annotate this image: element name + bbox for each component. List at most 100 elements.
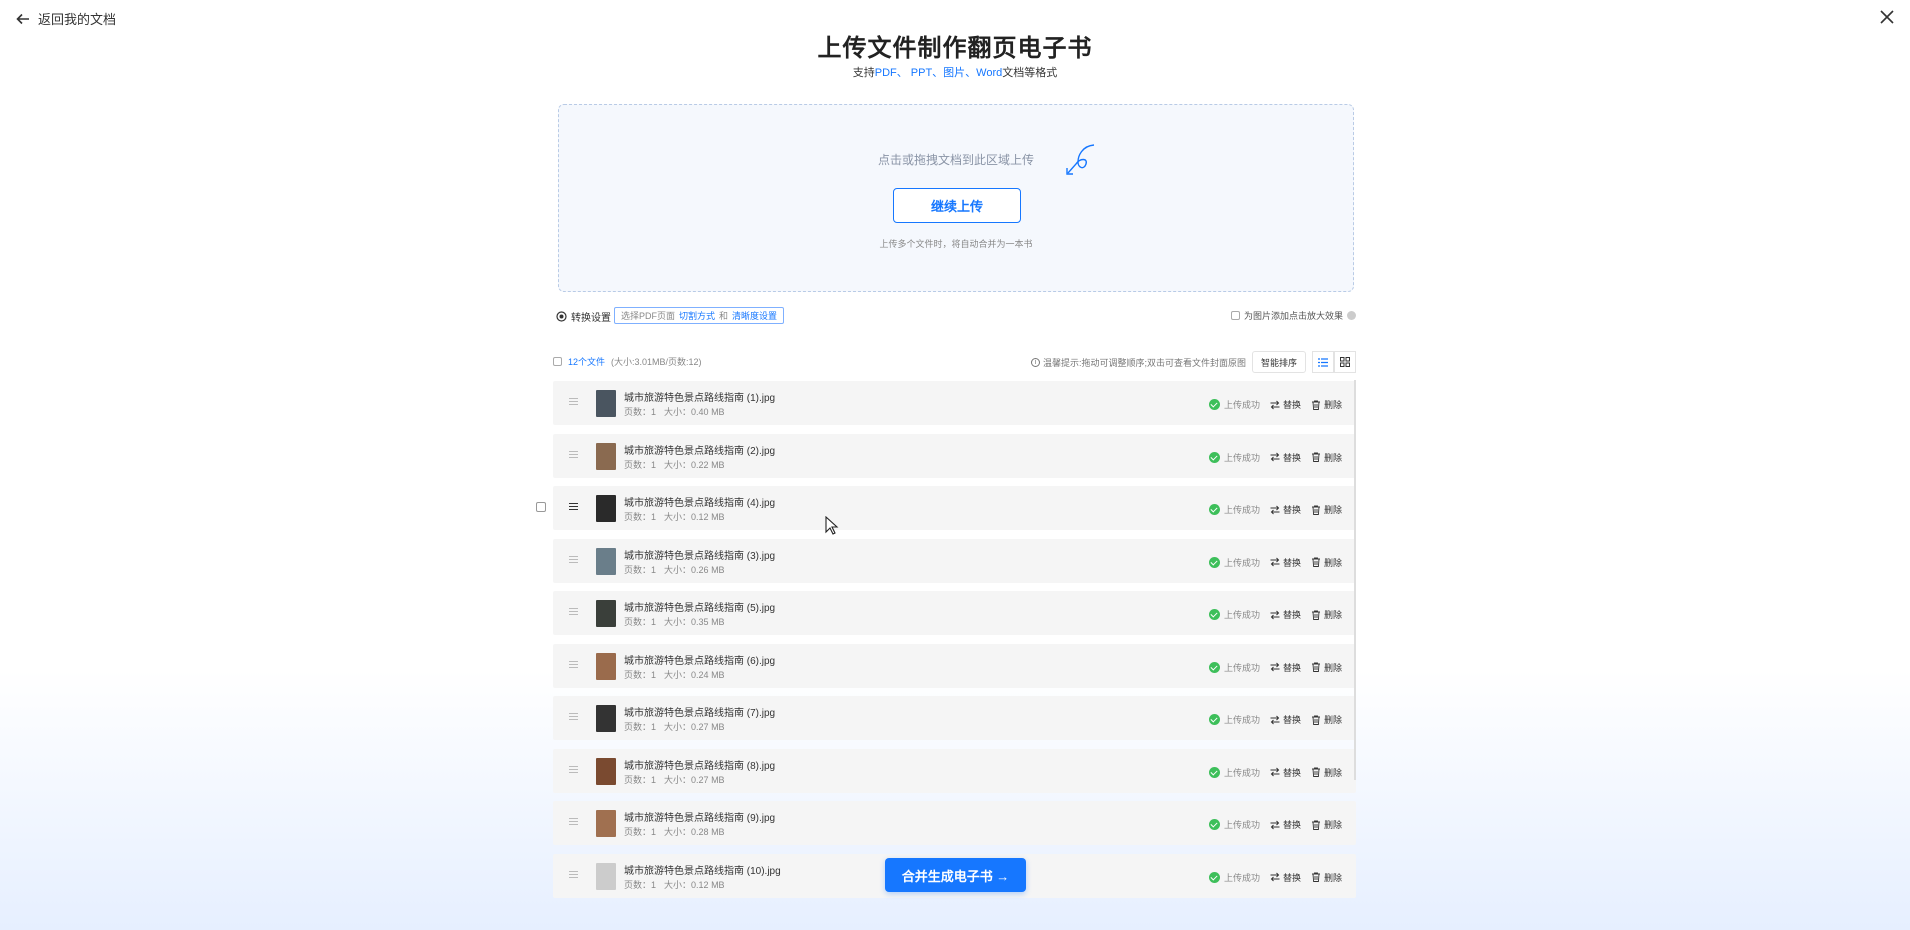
swap-icon	[1270, 715, 1280, 724]
file-name: 城市旅游特色景点路线指南 (10).jpg	[624, 865, 781, 877]
replace-button[interactable]: 替换	[1270, 556, 1301, 569]
file-row[interactable]: 城市旅游特色景点路线指南 (3).jpg 页数：1 大小：0.26 MB 上传成功…	[553, 538, 1356, 583]
file-meta: 页数：1 大小：0.27 MB	[624, 722, 725, 732]
upload-status: 上传成功	[1208, 713, 1260, 726]
clarity-settings-link[interactable]: 清晰度设置	[732, 309, 777, 322]
drag-handle-icon[interactable]	[569, 503, 578, 512]
file-thumbnail[interactable]	[596, 442, 616, 470]
file-row[interactable]: 城市旅游特色景点路线指南 (5).jpg 页数：1 大小：0.35 MB 上传成功…	[553, 591, 1356, 635]
list-view-icon	[1318, 357, 1328, 367]
cut-mode-link[interactable]: 切割方式	[679, 309, 715, 322]
select-all-checkbox[interactable]	[553, 357, 562, 366]
drag-handle-icon[interactable]	[569, 450, 578, 460]
drag-handle-icon[interactable]	[569, 765, 578, 775]
back-to-my-docs-link[interactable]: 返回我的文档	[16, 9, 116, 28]
check-circle-icon	[1208, 399, 1220, 410]
delete-button[interactable]: 删除	[1311, 503, 1342, 516]
info-circle-icon: i	[1030, 357, 1040, 367]
file-name: 城市旅游特色景点路线指南 (9).jpg	[624, 813, 776, 824]
delete-button[interactable]: 删除	[1311, 661, 1342, 674]
delete-button[interactable]: 删除	[1311, 556, 1342, 569]
upload-status: 上传成功	[1208, 398, 1260, 411]
info-icon[interactable]	[1347, 311, 1356, 320]
row-actions: 上传成功 替换 删除	[1208, 451, 1342, 464]
replace-button[interactable]: 替换	[1270, 871, 1301, 884]
delete-button[interactable]: 删除	[1311, 451, 1342, 464]
drag-handle-icon[interactable]	[569, 398, 578, 407]
file-row[interactable]: 城市旅游特色景点路线指南 (6).jpg 页数：1 大小：0.24 MB 上传成功…	[553, 643, 1356, 688]
trash-icon	[1311, 872, 1320, 882]
file-name: 城市旅游特色景点路线指南 (7).jpg	[624, 708, 776, 719]
delete-button[interactable]: 删除	[1311, 713, 1342, 726]
upload-dropzone[interactable]: 点击或拖拽文档到此区域上传 继续上传 上传多个文件时，将自动合并为一本书	[558, 104, 1354, 292]
pdf-settings-chip: 选择PDF页面 切割方式 和 清晰度设置	[614, 307, 785, 324]
file-thumbnail[interactable]	[596, 757, 616, 785]
file-thumbnail[interactable]	[596, 705, 616, 732]
file-row[interactable]: 城市旅游特色景点路线指南 (8).jpg 页数：1 大小：0.27 MB 上传成功…	[553, 748, 1356, 793]
delete-button[interactable]: 删除	[1311, 818, 1342, 831]
conversion-settings-button[interactable]: 转换设置	[556, 309, 611, 324]
drag-handle-icon[interactable]	[569, 818, 578, 827]
row-actions: 上传成功 替换 删除	[1208, 661, 1342, 674]
swap-icon	[1270, 610, 1280, 619]
replace-button[interactable]: 替换	[1270, 713, 1301, 726]
file-name: 城市旅游特色景点路线指南 (5).jpg	[624, 603, 776, 614]
list-scrollbar[interactable]	[1354, 380, 1356, 780]
supported-formats: PDF、 PPT、图片、Word	[874, 67, 1003, 79]
delete-button[interactable]: 删除	[1311, 766, 1342, 779]
file-row[interactable]: 城市旅游特色景点路线指南 (2).jpg 页数：1 大小：0.22 MB 上传成功…	[553, 433, 1356, 478]
drag-handle-icon[interactable]	[569, 608, 578, 617]
file-meta: 页数：1 大小：0.12 MB	[624, 879, 725, 890]
file-row[interactable]: 城市旅游特色景点路线指南 (1).jpg 页数：1 大小：0.40 MB 上传成功…	[553, 381, 1356, 425]
file-row[interactable]: 城市旅游特色景点路线指南 (7).jpg 页数：1 大小：0.27 MB 上传成功…	[553, 696, 1356, 740]
check-circle-icon	[1208, 504, 1220, 515]
drag-handle-icon[interactable]	[569, 870, 578, 880]
file-row[interactable]: 城市旅游特色景点路线指南 (9).jpg 页数：1 大小：0.28 MB 上传成功…	[553, 801, 1356, 845]
row-actions: 上传成功 替换 删除	[1208, 398, 1342, 411]
row-actions: 上传成功 替换 删除	[1208, 713, 1342, 726]
file-thumbnail[interactable]	[596, 495, 616, 522]
replace-button[interactable]: 替换	[1270, 398, 1301, 411]
merge-generate-ebook-button[interactable]: 合并生成电子书 →	[885, 858, 1026, 892]
row-actions: 上传成功 替换 删除	[1208, 556, 1342, 569]
drag-handle-icon[interactable]	[569, 555, 578, 565]
file-summary: (大小:3.01MB/页数:12)	[611, 357, 702, 367]
mouse-cursor-icon	[825, 516, 839, 535]
swap-icon	[1270, 505, 1280, 514]
replace-button[interactable]: 替换	[1270, 503, 1301, 516]
replace-button[interactable]: 替换	[1270, 766, 1301, 779]
file-thumbnail[interactable]	[596, 390, 616, 417]
replace-button[interactable]: 替换	[1270, 661, 1301, 674]
file-row[interactable]: 城市旅游特色景点路线指南 (4).jpg 页数：1 大小：0.12 MB 上传成功…	[553, 486, 1356, 530]
trash-icon	[1311, 715, 1320, 725]
file-meta: 页数：1 大小：0.27 MB	[624, 774, 725, 785]
drag-handle-icon[interactable]	[569, 660, 578, 670]
file-meta: 页数：1 大小：0.28 MB	[624, 827, 725, 837]
file-name: 城市旅游特色景点路线指南 (6).jpg	[624, 655, 776, 667]
row-select-checkbox[interactable]	[536, 502, 546, 512]
delete-button[interactable]: 删除	[1311, 608, 1342, 621]
file-thumbnail[interactable]	[596, 862, 616, 890]
close-icon[interactable]	[1878, 8, 1896, 26]
file-thumbnail[interactable]	[596, 547, 616, 575]
check-circle-icon	[1208, 871, 1220, 883]
trash-icon	[1311, 505, 1320, 515]
delete-button[interactable]: 删除	[1311, 398, 1342, 411]
file-thumbnail[interactable]	[596, 600, 616, 627]
file-thumbnail[interactable]	[596, 810, 616, 837]
smart-sort-button[interactable]: 智能排序	[1251, 351, 1306, 373]
trash-icon	[1311, 662, 1320, 672]
list-view-button[interactable]	[1312, 351, 1334, 373]
file-thumbnail[interactable]	[596, 652, 616, 680]
replace-button[interactable]: 替换	[1270, 608, 1301, 621]
replace-button[interactable]: 替换	[1270, 451, 1301, 464]
trash-icon	[1311, 610, 1320, 620]
grid-view-button[interactable]	[1334, 351, 1356, 373]
continue-upload-button[interactable]: 继续上传	[893, 188, 1021, 223]
image-zoom-checkbox[interactable]	[1230, 311, 1240, 320]
delete-button[interactable]: 删除	[1311, 871, 1342, 884]
replace-button[interactable]: 替换	[1270, 818, 1301, 831]
drag-handle-icon[interactable]	[569, 713, 578, 722]
trash-icon	[1311, 400, 1320, 410]
file-meta: 页数：1 大小：0.22 MB	[624, 459, 725, 470]
